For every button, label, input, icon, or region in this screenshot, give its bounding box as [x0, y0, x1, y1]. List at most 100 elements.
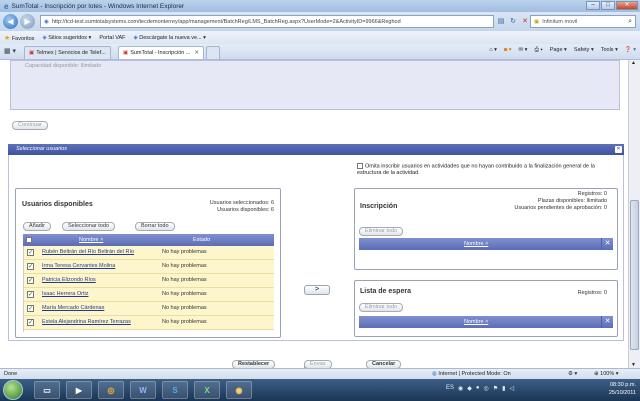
- window-titlebar: e SumTotal - Inscripción por lotes - Win…: [0, 0, 640, 12]
- back-button[interactable]: ◀: [3, 14, 18, 29]
- row-checkbox[interactable]: ✓: [27, 263, 34, 270]
- row-checkbox[interactable]: ✓: [27, 319, 34, 326]
- scroll-thumb[interactable]: [630, 200, 639, 350]
- zone-text: ◍ Internet | Protected Mode: On: [432, 371, 511, 377]
- collapse-icon[interactable]: ✕: [615, 146, 622, 153]
- available-table-header: Nombre ˄ Estado: [23, 234, 274, 246]
- row-checkbox[interactable]: ✓: [27, 305, 34, 312]
- cancel-button[interactable]: Cancelar: [366, 360, 402, 368]
- select-all-button[interactable]: Seleccionar todo: [62, 222, 115, 231]
- system-tray: ES ◉ ◆ ● ◎ ⚑ ▮ ◁: [446, 385, 514, 392]
- clear-all-button[interactable]: Borrar todo: [135, 222, 175, 231]
- search-text: Infinitum movil: [542, 18, 578, 25]
- row-checkbox[interactable]: ✓: [27, 291, 34, 298]
- word-icon[interactable]: W: [130, 381, 156, 399]
- tray-icon[interactable]: ◎: [484, 385, 489, 392]
- inscription-column-name[interactable]: Nombre ˄: [464, 238, 488, 250]
- table-row[interactable]: ✓ Irma Teresa Cervantes Molina No hay prob…: [24, 260, 274, 274]
- media-player-icon[interactable]: ▶: [66, 381, 92, 399]
- waitlist-remove-all-button[interactable]: Eliminar todo: [359, 303, 404, 312]
- safety-menu[interactable]: Safety ▾: [574, 47, 594, 54]
- favorite-item-portal[interactable]: Portal VAF: [99, 35, 125, 41]
- row-checkbox[interactable]: ✓: [27, 277, 34, 284]
- clock[interactable]: 08:30 p.m. 25/10/2011: [609, 381, 636, 397]
- refresh-icon[interactable]: ↻: [508, 15, 518, 28]
- start-button[interactable]: [3, 380, 23, 400]
- page-content: Capacidad disponible: Ilimitado Continua…: [0, 60, 628, 368]
- inscription-title: Inscripción: [360, 203, 398, 210]
- network-icon[interactable]: ▮: [502, 385, 505, 392]
- column-name-header[interactable]: Nombre ˄: [79, 234, 103, 246]
- waitlist-column-name[interactable]: Nombre ˄: [464, 316, 488, 328]
- tray-icon[interactable]: ◆: [467, 385, 472, 392]
- tab-favicon: ▣: [29, 50, 35, 56]
- omit-checkbox[interactable]: [357, 163, 363, 169]
- delete-icon[interactable]: ✕: [601, 316, 613, 328]
- row-checkbox[interactable]: ✓: [27, 249, 34, 256]
- protected-mode-icon[interactable]: ⚙ ▾: [568, 369, 577, 379]
- search-icon[interactable]: ⌕: [628, 18, 632, 26]
- minimize-button[interactable]: –: [586, 1, 600, 10]
- favorite-item-suggested[interactable]: ◈ Sitios sugeridos ▾: [42, 35, 91, 41]
- tools-menu[interactable]: Tools ▾: [601, 47, 618, 54]
- address-text: http://tcd-test.sumtotalsystems.com/tecd…: [51, 18, 401, 25]
- delete-icon[interactable]: ✕: [601, 238, 613, 250]
- browser-icon[interactable]: ◉: [226, 381, 252, 399]
- available-users-list: ✓ Rubén Beltrán del Río Beltrán del Río No…: [23, 246, 274, 332]
- new-tab-button[interactable]: [206, 46, 220, 59]
- send-button[interactable]: Enviar: [304, 360, 332, 368]
- tab-row: ▦ ▾ ▣ Telmex | Servicios de Telef... ▣ S…: [0, 44, 640, 60]
- add-button[interactable]: Añadir: [23, 222, 51, 231]
- language-indicator[interactable]: ES: [446, 385, 454, 392]
- inscription-remove-all-button[interactable]: Eliminar todo: [359, 227, 404, 236]
- close-tab-icon[interactable]: ✕: [194, 50, 199, 56]
- table-row[interactable]: ✓ Patricia Elizondo Ríos No hay problemas: [24, 274, 274, 288]
- tab-telmex[interactable]: ▣ Telmex | Servicios de Telef...: [24, 46, 111, 59]
- address-bar[interactable]: ◉ http://tcd-test.sumtotalsystems.com/te…: [40, 15, 494, 28]
- table-row[interactable]: ✓ Isaac Herrera Ortiz No hay problemas: [24, 288, 274, 302]
- status-bar: Done ◍ Internet | Protected Mode: On ⚙ ▾…: [0, 368, 640, 379]
- outlook-icon[interactable]: ◎: [98, 381, 124, 399]
- maximize-button[interactable]: □: [601, 1, 615, 10]
- close-window-button[interactable]: ✕: [616, 1, 638, 10]
- move-to-inscription-button[interactable]: >: [304, 285, 330, 295]
- print-icon[interactable]: ⎙ ▾: [534, 47, 542, 54]
- help-icon[interactable]: ❓ ▾: [625, 47, 636, 54]
- available-counts: Usuarios seleccionados: 6 Usuarios dispo…: [209, 200, 274, 213]
- inscription-panel: Inscripción Registros: 0 Plazas disponib…: [354, 188, 618, 270]
- excel-icon[interactable]: X: [194, 381, 220, 399]
- search-input[interactable]: ▣ Infinitum movil ⌕: [530, 15, 636, 28]
- window-title: SumTotal - Inscripción por lotes - Windo…: [11, 2, 185, 10]
- tray-icon[interactable]: ⚑: [493, 385, 498, 392]
- volume-icon[interactable]: ◁: [509, 385, 514, 392]
- favorites-bar: ★ Favoritos ◈ Sitios sugeridos ▾ Portal …: [0, 31, 640, 44]
- waitlist-panel: Lista de espera Registros: 0 Eliminar to…: [354, 280, 618, 337]
- page-scrollbar[interactable]: ▲ ▼: [628, 60, 640, 368]
- tab-sumtotal[interactable]: ▣ SumTotal - Inscripción ... ✕: [118, 46, 205, 59]
- mail-icon[interactable]: ✉ ▾: [519, 47, 528, 54]
- explorer-icon[interactable]: ▭: [34, 381, 60, 399]
- table-row[interactable]: ✓ Estela Alejandrina Ramírez Terrazas No h…: [24, 316, 274, 330]
- favorite-item-download[interactable]: ◈ Descárgate la nueva ve... ▾: [134, 35, 206, 41]
- select-all-checkbox[interactable]: [26, 237, 32, 243]
- address-row: ◀ ▶ ◉ http://tcd-test.sumtotalsystems.co…: [0, 12, 640, 31]
- feeds-icon[interactable]: ◙ ▾: [504, 47, 512, 54]
- scroll-up-icon[interactable]: ▲: [631, 60, 636, 66]
- zoom-control[interactable]: ⊕ 100% ▾: [594, 369, 619, 379]
- table-row[interactable]: ✓ María Mercado Cárdenas No hay problemas: [24, 302, 274, 316]
- forward-button[interactable]: ▶: [20, 14, 35, 29]
- skype-icon[interactable]: S: [162, 381, 188, 399]
- tray-icon[interactable]: ◉: [458, 385, 463, 392]
- compat-view-icon[interactable]: ▤: [496, 15, 506, 28]
- page-menu[interactable]: Page ▾: [550, 47, 567, 54]
- waitlist-title: Lista de espera: [360, 288, 411, 295]
- tray-icon[interactable]: ●: [476, 385, 480, 392]
- suggested-sites-icon: ◈: [42, 34, 47, 41]
- favorites-button[interactable]: ★ Favoritos: [4, 34, 34, 42]
- table-row[interactable]: ✓ Rubén Beltrán del Río Beltrán del Río No…: [24, 246, 274, 260]
- quick-tabs-icon[interactable]: ▦ ▾: [4, 47, 16, 55]
- reset-button[interactable]: Restablecer: [232, 360, 276, 368]
- stop-icon[interactable]: ✕: [520, 15, 530, 28]
- continue-button[interactable]: Continuar: [12, 121, 48, 130]
- home-icon[interactable]: ⌂ ▾: [489, 47, 497, 54]
